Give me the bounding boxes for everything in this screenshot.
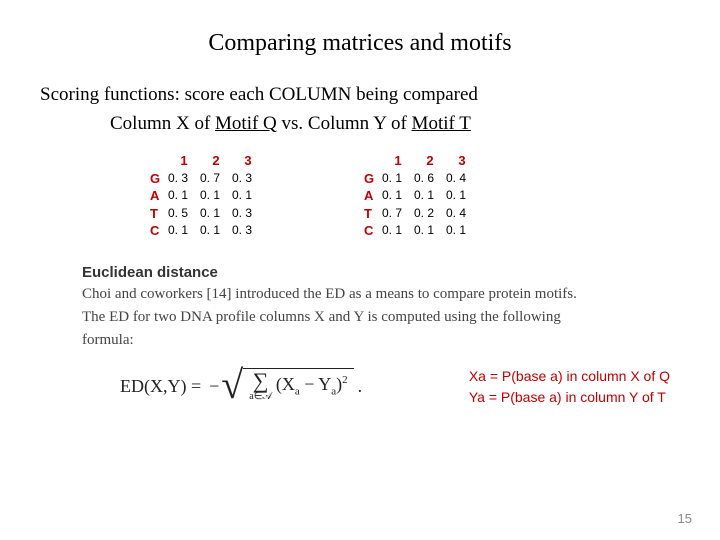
cell: 0. 3 [168, 170, 200, 188]
col-header: 1 [168, 152, 200, 170]
legend-line: Xa = P(base a) in column X of Q [469, 366, 670, 386]
formula-body: (Xa − Ya)2 [276, 374, 348, 398]
cell: 0. 1 [446, 222, 478, 240]
matrix-q: 1 2 3 G 0. 3 0. 7 0. 3 A 0. 1 0. 1 0. 1 … [150, 152, 264, 240]
row-header: G [364, 170, 382, 188]
motif-t-label: Motif T [412, 113, 471, 134]
row-header: A [364, 187, 382, 205]
scoring-line-1: Scoring functions: score each COLUMN bei… [40, 81, 680, 110]
matrix-tables: 1 2 3 G 0. 3 0. 7 0. 3 A 0. 1 0. 1 0. 1 … [150, 152, 680, 240]
text-fragment: Column X of [110, 113, 215, 134]
text-fragment: (X [276, 374, 295, 394]
scoring-line-2: Column X of Motif Q vs. Column Y of Moti… [40, 110, 680, 139]
row-header: G [150, 170, 168, 188]
ed-formula: ED(X,Y) = − √ ∑ a∈𝒜 (Xa − Ya)2 . [120, 368, 362, 405]
motif-q-label: Motif Q [215, 113, 277, 134]
matrix-t: 1 2 3 G 0. 1 0. 6 0. 4 A 0. 1 0. 1 0. 1 … [364, 152, 478, 240]
cell: 0. 1 [200, 205, 232, 223]
cell: 0. 1 [200, 222, 232, 240]
cell: 0. 1 [414, 187, 446, 205]
cell: 0. 7 [200, 170, 232, 188]
euclidean-distance-block: Euclidean distance Choi and coworkers [1… [40, 264, 680, 353]
cell: 0. 4 [446, 170, 478, 188]
formula-period: . [358, 376, 363, 397]
cell: 0. 3 [232, 205, 264, 223]
sigma-icon: ∑ a∈𝒜 [249, 370, 272, 402]
scoring-description: Scoring functions: score each COLUMN bei… [40, 81, 680, 138]
formula-neg: − [209, 376, 219, 397]
formula-row: ED(X,Y) = − √ ∑ a∈𝒜 (Xa − Ya)2 . Xa = P(… [120, 366, 680, 407]
radical-icon: √ [221, 370, 243, 407]
row-header: C [364, 222, 382, 240]
col-header: 2 [414, 152, 446, 170]
ed-body-text: Choi and coworkers [14] introduced the E… [82, 283, 582, 353]
formula-lhs: ED(X,Y) = [120, 376, 201, 397]
row-header: T [150, 205, 168, 223]
sqrt-icon: √ ∑ a∈𝒜 (Xa − Ya)2 [221, 368, 353, 405]
cell: 0. 1 [232, 187, 264, 205]
cell: 0. 7 [382, 205, 414, 223]
legend-line: Ya = P(base a) in column Y of T [469, 387, 670, 407]
ed-heading: Euclidean distance [82, 264, 680, 281]
cell: 0. 1 [200, 187, 232, 205]
cell: 0. 4 [446, 205, 478, 223]
cell: 0. 6 [414, 170, 446, 188]
col-header: 1 [382, 152, 414, 170]
cell: 0. 1 [382, 187, 414, 205]
cell: 0. 1 [414, 222, 446, 240]
superscript: 2 [342, 374, 348, 386]
cell: 0. 3 [232, 222, 264, 240]
col-header: 3 [446, 152, 478, 170]
row-header: A [150, 187, 168, 205]
row-header: C [150, 222, 168, 240]
formula-legend: Xa = P(base a) in column X of Q Ya = P(b… [469, 366, 670, 407]
cell: 0. 5 [168, 205, 200, 223]
col-header: 3 [232, 152, 264, 170]
text-fragment: vs. Column Y of [277, 113, 412, 134]
cell: 0. 1 [446, 187, 478, 205]
cell: 0. 1 [382, 222, 414, 240]
row-header: T [364, 205, 382, 223]
cell: 0. 1 [168, 222, 200, 240]
page-title: Comparing matrices and motifs [40, 30, 680, 57]
cell: 0. 3 [232, 170, 264, 188]
slide: Comparing matrices and motifs Scoring fu… [0, 0, 720, 540]
radicand: ∑ a∈𝒜 (Xa − Ya)2 [243, 368, 353, 405]
text-fragment: − Y [300, 374, 331, 394]
page-number: 15 [678, 511, 692, 526]
sum-subscript: a∈𝒜 [249, 392, 272, 402]
cell: 0. 2 [414, 205, 446, 223]
cell: 0. 1 [382, 170, 414, 188]
col-header: 2 [200, 152, 232, 170]
cell: 0. 1 [168, 187, 200, 205]
